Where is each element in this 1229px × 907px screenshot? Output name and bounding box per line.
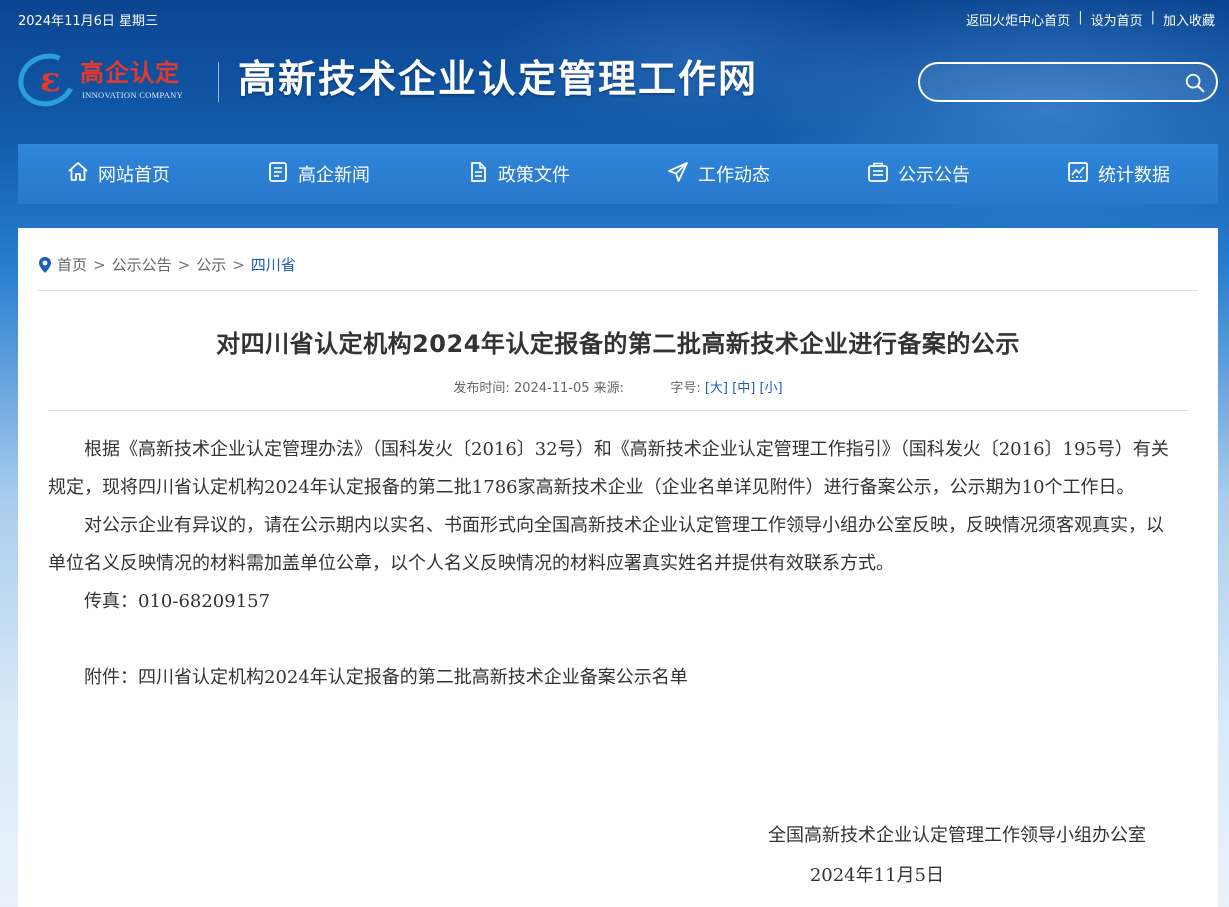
header-background	[0, 0, 1229, 240]
breadcrumb-separator: >	[177, 255, 191, 274]
add-favorites-link[interactable]: 加入收藏	[1163, 10, 1215, 29]
signature-block: 全国高新技术企业认定管理工作领导小组办公室 2024年11月5日	[18, 816, 1146, 896]
fax-line: 传真：010-68209157	[84, 591, 271, 612]
nav-label: 高企新闻	[298, 165, 370, 186]
nav-label: 网站首页	[98, 165, 170, 186]
site-title: 高新技术企业认定管理工作网	[238, 56, 759, 101]
breadcrumb-separator: >	[93, 255, 106, 274]
news-icon	[266, 160, 290, 189]
nav-statistics[interactable]: 统计数据	[1018, 144, 1218, 204]
font-size-medium-button[interactable]: [中]	[732, 381, 755, 396]
nav-home[interactable]: 网站首页	[18, 144, 218, 204]
nav-policy[interactable]: 政策文件	[418, 144, 618, 204]
breadcrumb-announcements[interactable]: 公示公告	[112, 254, 172, 275]
article-meta: 发布时间: 2024-11-05 来源: 字号: [大] [中] [小]	[18, 377, 1218, 396]
breadcrumb-publicity[interactable]: 公示	[196, 254, 226, 275]
current-date: 2024年11月6日 星期三	[18, 14, 159, 29]
nav-label: 统计数据	[1098, 165, 1170, 186]
attachment-link[interactable]: 附件：四川省认定机构2024年认定报备的第二批高新技术企业备案公示名单	[48, 659, 1178, 697]
breadcrumb: 首页 > 公示公告 > 公示 > 四川省	[38, 254, 296, 275]
logo-divider	[218, 62, 219, 102]
font-size-label: 字号:	[670, 381, 701, 396]
meta-divider	[48, 410, 1188, 411]
link-separator: |	[1150, 10, 1155, 25]
home-icon	[66, 160, 90, 189]
chart-icon	[1066, 160, 1090, 189]
nav-announcements[interactable]: 公示公告	[818, 144, 1018, 204]
content-panel: 首页 > 公示公告 > 公示 > 四川省 对四川省认定机构2024年认定报备的第…	[18, 228, 1218, 907]
signature-date: 2024年11月5日	[809, 865, 944, 886]
search-input[interactable]	[934, 72, 1174, 94]
nav-label: 公示公告	[898, 165, 970, 186]
nav-label: 政策文件	[498, 165, 570, 186]
search-box	[918, 62, 1218, 102]
location-pin-icon	[38, 256, 52, 274]
nav-label: 工作动态	[698, 165, 770, 186]
site-logo[interactable]: ε 高企认定 INNOVATION COMPANY	[10, 45, 206, 115]
publish-date: 2024-11-05	[513, 381, 590, 396]
article-paragraph: 对公示企业有异议的，请在公示期内以实名、书面形式向全国高新技术企业认定管理工作领…	[48, 515, 1164, 574]
return-torch-center-link[interactable]: 返回火炬中心首页	[966, 10, 1070, 29]
source-label: 来源:	[593, 381, 625, 396]
font-size-small-button[interactable]: [小]	[759, 381, 782, 396]
paper-plane-icon	[666, 160, 690, 189]
signature-org: 全国高新技术企业认定管理工作领导小组办公室	[768, 825, 1146, 846]
set-homepage-link[interactable]: 设为首页	[1091, 10, 1143, 29]
nav-work-updates[interactable]: 工作动态	[618, 144, 818, 204]
main-nav: 网站首页 高企新闻 政策文件 工作动态 公示公告 统计数据	[18, 144, 1218, 204]
logo-subtitle: INNOVATION COMPANY	[82, 90, 184, 100]
publish-label: 发布时间:	[453, 381, 510, 396]
article-title: 对四川省认定机构2024年认定报备的第二批高新技术企业进行备案的公示	[216, 330, 1020, 358]
logo-text: 高企认定	[80, 60, 180, 87]
document-icon	[466, 160, 490, 189]
breadcrumb-separator: >	[232, 255, 245, 274]
article-body: 根据《高新技术企业认定管理办法》（国科发火〔2016〕32号）和《高新技术企业认…	[48, 431, 1178, 697]
link-separator: |	[1078, 10, 1083, 25]
breadcrumb-home[interactable]: 首页	[57, 254, 87, 275]
breadcrumb-sichuan[interactable]: 四川省	[251, 254, 296, 275]
logo-mark: ε	[40, 60, 61, 100]
nav-news[interactable]: 高企新闻	[218, 144, 418, 204]
top-bar: 2024年11月6日 星期三 返回火炬中心首页 | 设为首页 | 加入收藏	[0, 0, 1229, 36]
breadcrumb-divider	[38, 290, 1198, 291]
font-size-large-button[interactable]: [大]	[705, 381, 728, 396]
top-links: 返回火炬中心首页 | 设为首页 | 加入收藏	[966, 10, 1215, 29]
search-icon[interactable]	[1184, 72, 1206, 94]
notice-icon	[866, 160, 890, 189]
article-paragraph: 根据《高新技术企业认定管理办法》（国科发火〔2016〕32号）和《高新技术企业认…	[48, 439, 1169, 498]
